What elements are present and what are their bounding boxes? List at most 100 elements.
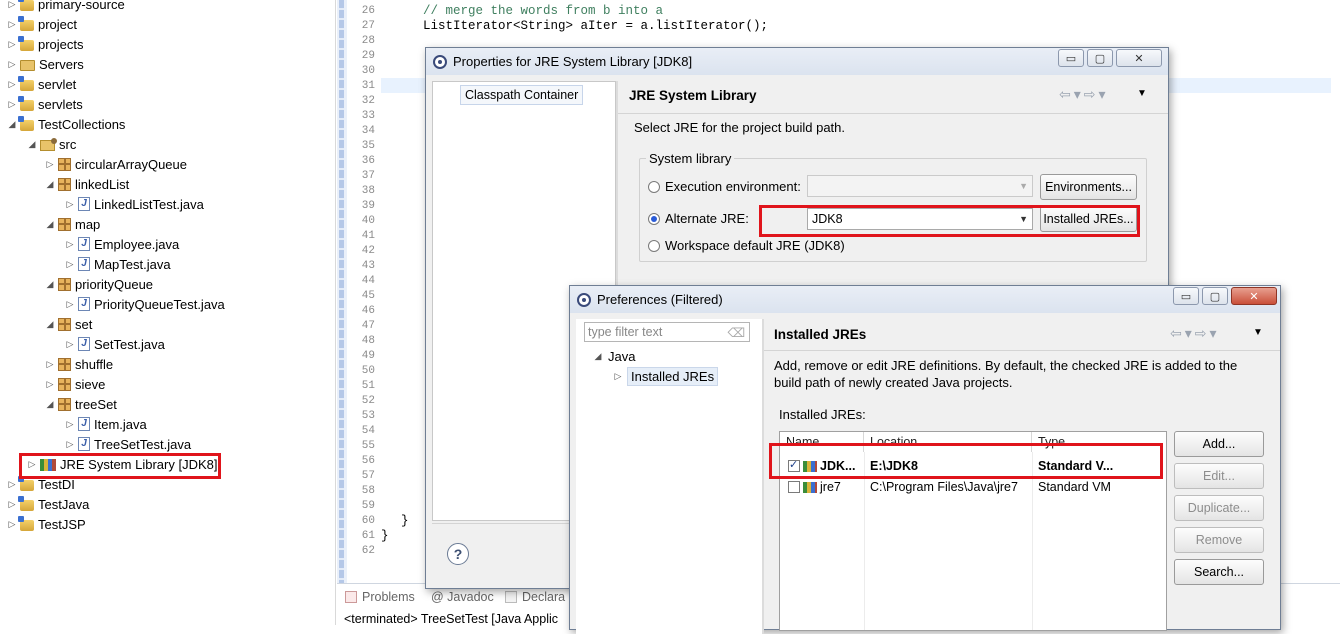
nav-item-classpath-container[interactable]: Classpath Container [460,85,584,105]
add-button[interactable]: Add... [1174,431,1264,457]
tree-item[interactable]: ▷ servlets [6,94,83,114]
expand-icon[interactable]: ▷ [64,259,76,270]
close-button[interactable]: ✕ [1231,287,1277,305]
expand-icon[interactable]: ▷ [64,239,76,250]
expand-icon[interactable]: ▷ [64,419,76,430]
radio-workspace-default[interactable] [648,239,660,252]
tree-item[interactable]: ▷ project [6,14,77,34]
edit-button[interactable]: Edit... [1174,463,1264,489]
tree-item[interactable]: ▷ J MapTest.java [64,254,171,274]
project-icon [18,16,34,31]
maximize-button[interactable]: ▢ [1087,49,1113,67]
duplicate-button[interactable]: Duplicate... [1174,495,1264,521]
tree-item[interactable]: ◢ linkedList [44,174,130,194]
collapse-icon[interactable]: ◢ [44,399,56,410]
tree-item[interactable]: ▷ sieve [44,374,106,394]
expand-icon[interactable]: ▷ [64,439,76,450]
tree-item[interactable]: ▷ J PriorityQueueTest.java [64,294,225,314]
collapse-icon[interactable]: ◢ [44,279,56,290]
tree-item-java[interactable]: ◢ Java [592,349,636,364]
help-icon[interactable]: ? [447,543,469,565]
expand-icon[interactable]: ▷ [64,299,76,310]
expand-icon[interactable]: ◢ [592,351,604,362]
tree-item[interactable]: ▷ J TreeSetTest.java [64,434,192,454]
remove-button[interactable]: Remove [1174,527,1264,553]
tab-javadoc[interactable]: @ Javadoc [431,590,494,604]
option-workspace-default[interactable]: Workspace default JRE (JDK8) [648,238,845,253]
collapse-icon[interactable]: ◢ [44,219,56,230]
tree-item[interactable]: ▷ TestJava [6,494,89,514]
code-comment[interactable]: // merge the words from b into a [423,4,663,19]
expand-icon[interactable]: ▷ [6,59,18,70]
preferences-titlebar[interactable]: Preferences (Filtered) ▭ ▢ ✕ [570,286,1280,313]
expand-icon[interactable]: ▷ [6,0,18,10]
search-button[interactable]: Search... [1174,559,1264,585]
history-nav-icons[interactable]: ⇦▾⇨▾ [1170,325,1220,342]
project-icon [18,496,34,511]
environments-button[interactable]: Environments... [1040,174,1137,200]
option-execution-environment[interactable]: Execution environment: [648,179,801,194]
tree-item-label: Employee.java [94,236,180,252]
tree-item[interactable]: ▷ servlet [6,74,76,94]
expand-icon[interactable]: ▷ [6,19,18,30]
tree-item[interactable]: ▷ projects [6,34,84,54]
tree-item[interactable]: ▷ TestJSP [6,514,86,534]
tab-declaration[interactable]: Declara [505,590,565,604]
code-close-brace[interactable]: } [381,529,389,544]
line-number: 62 [361,545,375,557]
tree-item[interactable]: ▷ circularArrayQueue [44,154,187,174]
tree-item[interactable]: ◢ map [44,214,101,234]
pane-divider[interactable] [762,319,764,634]
expand-icon[interactable]: ▷ [64,199,76,210]
expand-icon[interactable]: ▷ [6,79,18,90]
ruler-marks [339,0,344,583]
tree-item[interactable]: ◢ set [44,314,93,334]
expand-icon[interactable]: ▷ [44,379,56,390]
tree-item[interactable]: ▷ J Item.java [64,414,147,434]
table-row[interactable]: jre7 C:\Program Files\Java\jre7 Standard… [780,477,1166,497]
tree-item[interactable]: ▷ J Employee.java [64,234,180,254]
line-number: 27 [361,20,375,32]
collapse-icon[interactable]: ◢ [26,139,38,150]
expand-icon[interactable]: ▷ [64,339,76,350]
tree-item[interactable]: ◢ priorityQueue [44,274,154,294]
collapse-icon[interactable]: ◢ [44,179,56,190]
overview-ruler [337,0,347,583]
tree-item[interactable]: ▷ Servers [6,54,84,74]
tree-item[interactable]: ▷ shuffle [44,354,114,374]
expand-icon[interactable]: ▷ [6,499,18,510]
view-menu-icon[interactable]: ▼ [1253,327,1263,338]
jre-checkbox[interactable] [788,481,800,493]
expand-icon[interactable]: ▷ [44,159,56,170]
option-alternate-jre[interactable]: Alternate JRE: [648,211,749,226]
collapse-icon[interactable]: ◢ [6,119,18,130]
maximize-button[interactable]: ▢ [1202,287,1228,305]
close-button[interactable]: ✕ [1116,49,1162,67]
collapse-icon[interactable]: ◢ [44,319,56,330]
expand-icon[interactable]: ▷ [6,519,18,530]
expand-icon[interactable]: ▷ [6,479,18,490]
tree-item[interactable]: ◢ src [26,134,77,154]
code-close-brace[interactable]: } [401,514,409,529]
filter-input[interactable]: type filter text ⌫ [584,322,750,342]
history-nav-icons[interactable]: ⇦▾⇨▾ [1059,86,1109,103]
expand-icon[interactable]: ▷ [44,359,56,370]
tree-item[interactable]: ▷ primary-source [6,0,125,14]
tree-item-installed-jres[interactable]: ▷ Installed JREs [612,367,719,386]
tree-item[interactable]: ▷ J SetTest.java [64,334,165,354]
expand-icon[interactable]: ▷ [612,371,624,382]
radio-alternate-jre[interactable] [648,212,660,225]
expand-icon[interactable]: ▷ [6,99,18,110]
tree-item[interactable]: ▷ J LinkedListTest.java [64,194,204,214]
view-menu-icon[interactable]: ▼ [1137,88,1147,99]
tab-problems[interactable]: Problems [345,590,415,604]
clear-filter-icon[interactable]: ⌫ [727,325,745,340]
radio-execution-environment[interactable] [648,180,660,193]
code-line[interactable]: ListIterator<String> aIter = a.listItera… [423,19,768,34]
properties-titlebar[interactable]: Properties for JRE System Library [JDK8]… [426,48,1168,75]
minimize-button[interactable]: ▭ [1173,287,1199,305]
minimize-button[interactable]: ▭ [1058,49,1084,67]
expand-icon[interactable]: ▷ [6,39,18,50]
tree-item[interactable]: ◢ treeSet [44,394,117,414]
tree-item[interactable]: ◢ TestCollections [6,114,125,134]
